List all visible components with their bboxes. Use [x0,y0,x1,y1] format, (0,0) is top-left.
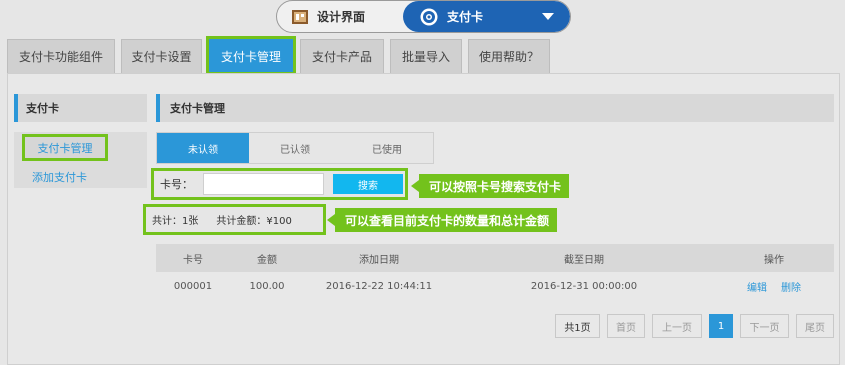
tab-products[interactable]: 支付卡产品 [300,39,384,73]
table-row: 000001 100.00 2016-12-22 10:44:11 2016-1… [156,272,834,300]
header-added-date: 添加日期 [359,254,399,266]
search-button[interactable]: 搜索 [333,174,403,194]
sidebar-item-add-card[interactable]: 添加支付卡 [32,169,87,185]
cell-expiry-date: 2016-12-31 00:00:00 [530,280,638,292]
card-number-input[interactable] [203,173,324,195]
header-actions: 操作 [764,254,784,266]
gear-icon [420,8,438,25]
tab-management[interactable]: 支付卡管理 [206,36,296,75]
card-number-label: 卡号： [160,178,193,191]
cell-amount: 100.00 [249,280,285,292]
tab-used[interactable]: 已使用 [341,133,433,163]
header-card-number: 卡号 [183,254,203,266]
search-bar: 卡号： 搜索 [151,168,408,200]
card-count: 共计：1张 [152,216,199,227]
design-view-label: 设计界面 [317,10,366,24]
tab-help[interactable]: 使用帮助？ [468,39,550,73]
current-page-button[interactable]: 1 [709,314,733,338]
next-page-button[interactable]: 下一页 [740,314,789,338]
summary-box: 共计：1张 共计金额：¥100 [143,204,326,235]
summary-callout: 可以查看目前支付卡的数量和总计金额 [326,208,558,232]
pagination: 共1页 首页 上一页 1 下一页 尾页 [555,314,834,338]
tab-settings[interactable]: 支付卡设置 [121,39,202,73]
tab-claimed[interactable]: 已认领 [249,133,341,163]
content-panel: 支付卡 支付卡管理 添加支付卡 支付卡管理 未认领 已认领 已使用 卡号： 搜索… [7,73,840,365]
sidebar-title: 支付卡 [14,94,147,122]
prev-page-button[interactable]: 上一页 [652,314,702,338]
cell-added-date: 2016-12-22 10:44:11 [325,280,433,292]
edit-link[interactable]: 编辑 [747,279,767,294]
page-count: 共1页 [555,314,600,338]
last-page-button[interactable]: 尾页 [796,314,834,338]
cards-table: 卡号 金额 添加日期 截至日期 操作 000001 100.00 2016-12… [156,244,834,300]
mode-switcher: 设计界面 支付卡 [276,0,571,33]
page-title: 支付卡管理 [156,94,834,122]
design-view-toggle[interactable]: 设计界面 [277,1,403,32]
cell-card-number: 000001 [173,280,213,292]
tab-components[interactable]: 支付卡功能组件 [7,39,115,73]
payment-card-view-label: 支付卡 [447,10,484,24]
tab-batch-import[interactable]: 批量导入 [390,39,462,73]
cell-actions: 编辑 删除 [714,279,834,294]
chevron-down-icon[interactable] [542,13,554,20]
main-tabs: 支付卡功能组件 支付卡设置 支付卡管理 支付卡产品 批量导入 使用帮助？ [7,36,556,75]
total-amount: 共计金额：¥100 [216,216,292,227]
search-callout: 可以按照卡号搜索支付卡 [410,174,570,198]
delete-link[interactable]: 删除 [781,279,801,294]
status-tabs: 未认领 已认领 已使用 [156,132,434,164]
header-expiry-date: 截至日期 [564,254,604,266]
sidebar-item-card-management[interactable]: 支付卡管理 [22,134,108,161]
tab-unclaimed[interactable]: 未认领 [157,133,249,163]
payment-card-view-toggle[interactable]: 支付卡 [403,1,570,32]
table-header: 卡号 金额 添加日期 截至日期 操作 [156,244,834,272]
header-amount: 金额 [257,254,277,266]
design-icon [292,9,308,24]
first-page-button[interactable]: 首页 [607,314,645,338]
